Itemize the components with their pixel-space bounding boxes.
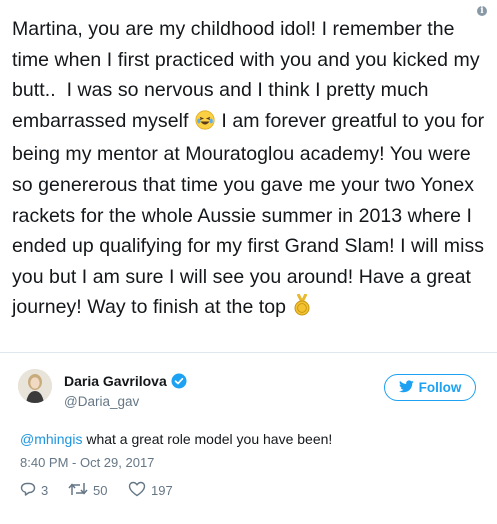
twitter-bird-icon [398, 379, 414, 396]
like-action[interactable]: 197 [128, 481, 173, 500]
tweet-timestamp[interactable]: 8:40 PM - Oct 29, 2017 [20, 455, 154, 470]
reply-icon [20, 481, 36, 500]
heart-icon [128, 481, 146, 500]
author-handle[interactable]: @Daria_gav [64, 394, 139, 409]
retweet-count: 50 [93, 483, 108, 498]
reply-action[interactable]: 3 [20, 481, 48, 500]
author-name-row[interactable]: Daria Gavrilova [64, 373, 187, 392]
avatar[interactable] [18, 369, 52, 403]
author-name[interactable]: Daria Gavrilova [64, 373, 167, 389]
quoted-tweet-screenshot: i Martina, you are my childhood idol! I … [0, 0, 497, 352]
verified-badge-icon [171, 373, 187, 392]
mention-link[interactable]: @mhingis [20, 431, 82, 447]
tweet-card: Daria Gavrilova @Daria_gav Follow @mhing… [0, 353, 497, 524]
follow-label: Follow [418, 380, 462, 395]
retweet-action[interactable]: 50 [68, 481, 107, 500]
retweet-icon [68, 481, 88, 500]
laughing-emoji-icon [195, 109, 215, 140]
quoted-tweet-text: Martina, you are my childhood idol! I re… [12, 14, 487, 326]
like-count: 197 [151, 483, 173, 498]
reply-count: 3 [41, 483, 49, 498]
tweet-body: what a great role model you have been! [82, 431, 333, 447]
quoted-text-part2: I am forever greatful to you for being m… [12, 109, 490, 319]
follow-button[interactable]: Follow [384, 374, 476, 401]
gold-medal-icon [293, 293, 311, 326]
tweet-text: @mhingis what a great role model you hav… [20, 431, 332, 447]
